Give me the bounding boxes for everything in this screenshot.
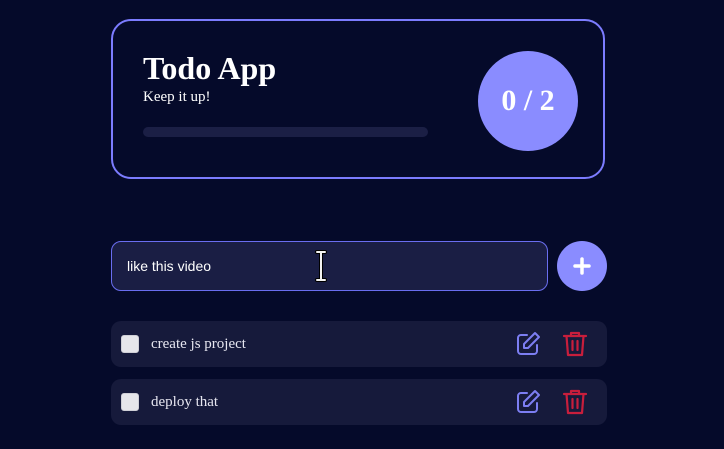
- edit-todo-button[interactable]: [514, 330, 542, 358]
- delete-todo-button[interactable]: [561, 388, 589, 416]
- progress-bar: [143, 127, 428, 137]
- app-title: Todo App: [143, 50, 277, 86]
- todo-checkbox[interactable]: [121, 393, 139, 411]
- todo-text: deploy that: [151, 394, 219, 410]
- todo-item: create js project: [111, 321, 607, 367]
- add-todo-button[interactable]: [557, 241, 607, 291]
- todo-input[interactable]: [111, 241, 548, 291]
- stats-card: Todo App Keep it up! 0 / 2: [111, 19, 605, 179]
- edit-icon: [517, 332, 540, 355]
- todo-checkbox[interactable]: [121, 335, 139, 353]
- edit-icon: [517, 390, 540, 413]
- text-cursor-icon: [315, 250, 327, 282]
- todo-text: create js project: [151, 336, 246, 352]
- trash-icon: [562, 389, 588, 415]
- trash-icon: [562, 331, 588, 357]
- app-subtitle: Keep it up!: [143, 89, 211, 105]
- counter-text: 0 / 2: [501, 84, 555, 117]
- plus-icon: [573, 257, 591, 275]
- delete-todo-button[interactable]: [561, 330, 589, 358]
- counter-badge: 0 / 2: [478, 51, 578, 151]
- todo-item: deploy that: [111, 379, 607, 425]
- edit-todo-button[interactable]: [514, 388, 542, 416]
